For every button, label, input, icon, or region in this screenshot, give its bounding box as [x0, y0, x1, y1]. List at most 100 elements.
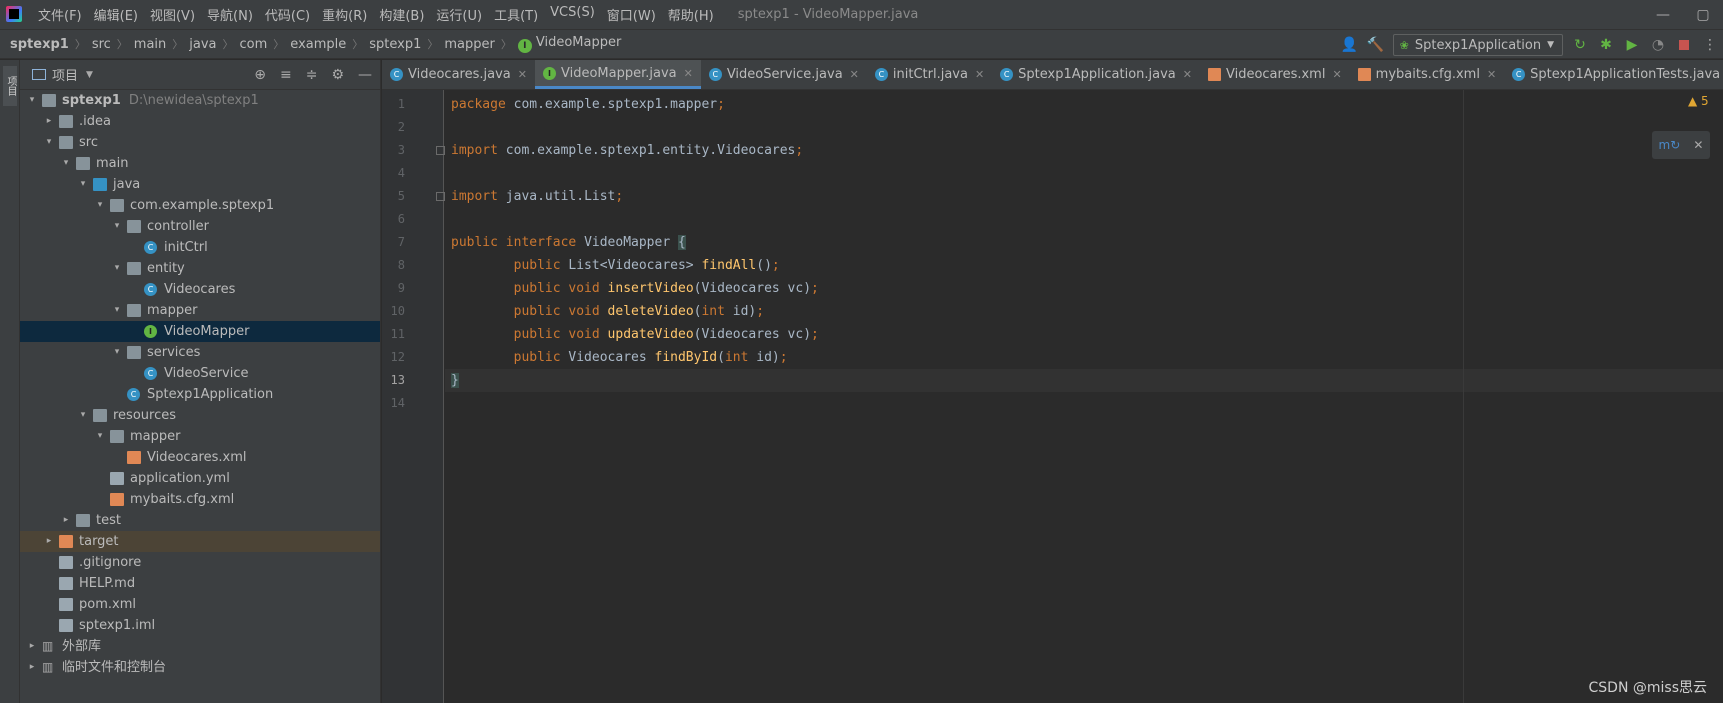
- breadcrumb-item[interactable]: src: [92, 37, 111, 52]
- tree-item[interactable]: ▸ ▥ 临时文件和控制台: [20, 657, 380, 678]
- chevron-down-icon[interactable]: ▾: [111, 300, 123, 321]
- chevron-down-icon[interactable]: ▾: [111, 342, 123, 363]
- chevron-down-icon[interactable]: ▼: [86, 70, 93, 80]
- maven-reload-icon[interactable]: m↻: [1659, 138, 1681, 152]
- minimize-icon[interactable]: —: [1643, 7, 1683, 23]
- breadcrumb-item[interactable]: sptexp1: [10, 37, 69, 52]
- tree-item[interactable]: ▾ resources: [20, 405, 380, 426]
- close-icon[interactable]: ✕: [1332, 68, 1341, 81]
- tree-item[interactable]: CinitCtrl: [20, 237, 380, 258]
- maximize-icon[interactable]: ▢: [1683, 7, 1723, 23]
- editor-tab[interactable]: C Sptexp1Application.java ✕: [992, 60, 1200, 89]
- tree-item[interactable]: ▸ target: [20, 531, 380, 552]
- breadcrumb-item[interactable]: example: [290, 37, 346, 52]
- chevron-down-icon[interactable]: ▾: [77, 174, 89, 195]
- chevron-right-icon[interactable]: ▸: [26, 657, 38, 678]
- fold-marker-icon[interactable]: [436, 192, 445, 201]
- menu-item[interactable]: 视图(V): [144, 5, 201, 24]
- inspection-warnings[interactable]: ▲ 5: [1688, 94, 1709, 108]
- chevron-down-icon[interactable]: ▾: [60, 153, 72, 174]
- menu-item[interactable]: 运行(U): [430, 5, 488, 24]
- chevron-down-icon[interactable]: ▾: [43, 132, 55, 153]
- editor-tab[interactable]: I VideoMapper.java ✕: [534, 60, 701, 89]
- tree-item[interactable]: ▾ controller: [20, 216, 380, 237]
- breadcrumb-item[interactable]: java: [189, 37, 216, 52]
- menu-item[interactable]: 窗口(W): [601, 5, 662, 24]
- collapse-all-icon[interactable]: ≑: [306, 67, 318, 83]
- close-icon[interactable]: ✕: [684, 67, 693, 80]
- expand-all-icon[interactable]: ≡: [280, 67, 292, 83]
- stop-icon[interactable]: [1675, 36, 1693, 54]
- menu-item[interactable]: 导航(N): [201, 5, 259, 24]
- tree-item[interactable]: ▾ mapper: [20, 300, 380, 321]
- menu-item[interactable]: 构建(B): [373, 5, 430, 24]
- menu-item[interactable]: 工具(T): [488, 5, 544, 24]
- tree-item[interactable]: ▾ mapper: [20, 426, 380, 447]
- tree-item[interactable]: C Videocares: [20, 279, 380, 300]
- chevron-down-icon[interactable]: ▾: [111, 216, 123, 237]
- tree-item[interactable]: ▾ sptexp1 D:\newidea\sptexp1: [20, 90, 380, 111]
- hide-icon[interactable]: —: [358, 67, 372, 83]
- tree-item[interactable]: application.yml: [20, 468, 380, 489]
- menu-item[interactable]: 代码(C): [259, 5, 316, 24]
- editor-tab[interactable]: CSptexp1ApplicationTests.java✕: [1504, 60, 1723, 89]
- tree-item[interactable]: pom.xml: [20, 594, 380, 615]
- editor-tab[interactable]: C VideoService.java ✕: [701, 60, 867, 89]
- tree-item[interactable]: C VideoService: [20, 363, 380, 384]
- breadcrumb-item[interactable]: com: [240, 37, 268, 52]
- tree-item[interactable]: .gitignore: [20, 552, 380, 573]
- chevron-right-icon[interactable]: ▸: [26, 636, 38, 657]
- locate-icon[interactable]: ⊕: [254, 67, 266, 83]
- close-icon[interactable]: ✕: [850, 68, 859, 81]
- tree-item[interactable]: ▾ java: [20, 174, 380, 195]
- close-icon[interactable]: ✕: [1693, 138, 1703, 152]
- chevron-down-icon[interactable]: ▾: [111, 258, 123, 279]
- menu-item[interactable]: VCS(S): [544, 5, 601, 24]
- tree-item[interactable]: HELP.md: [20, 573, 380, 594]
- tree-item[interactable]: ▾ services: [20, 342, 380, 363]
- tree-item[interactable]: ▸ ▥ 外部库: [20, 636, 380, 657]
- chevron-right-icon[interactable]: ▸: [60, 510, 72, 531]
- tree-item[interactable]: ▾ entity: [20, 258, 380, 279]
- project-tool-button[interactable]: 项目: [3, 66, 17, 106]
- code-editor[interactable]: package com.example.sptexp1.mapper; impor…: [445, 90, 1723, 703]
- chevron-down-icon[interactable]: ▾: [94, 426, 106, 447]
- project-panel-title[interactable]: 项目: [52, 65, 78, 84]
- profile-icon[interactable]: ◔: [1649, 36, 1667, 54]
- tree-item[interactable]: ▸ test: [20, 510, 380, 531]
- tree-item[interactable]: sptexp1.iml: [20, 615, 380, 636]
- menu-item[interactable]: 帮助(H): [662, 5, 720, 24]
- run-configuration-select[interactable]: ❀ Sptexp1Application ▼: [1392, 34, 1563, 56]
- tree-item[interactable]: mybaits.cfg.xml: [20, 489, 380, 510]
- more-icon[interactable]: ⋮: [1701, 36, 1719, 54]
- close-icon[interactable]: ✕: [1183, 68, 1192, 81]
- menu-item[interactable]: 编辑(E): [88, 5, 144, 24]
- rerun-icon[interactable]: ↻: [1571, 36, 1589, 54]
- breadcrumb-item[interactable]: I VideoMapper: [517, 35, 621, 53]
- tree-item[interactable]: ▾ main: [20, 153, 380, 174]
- tree-item[interactable]: Videocares.xml: [20, 447, 380, 468]
- chevron-right-icon[interactable]: ▸: [43, 111, 55, 132]
- breadcrumb-item[interactable]: mapper: [444, 37, 494, 52]
- close-icon[interactable]: ✕: [1487, 68, 1496, 81]
- editor-tab[interactable]: CinitCtrl.java ✕: [867, 60, 992, 89]
- editor-tab[interactable]: mybaits.cfg.xml ✕: [1350, 60, 1505, 89]
- editor-tab[interactable]: Videocares.xml ✕: [1200, 60, 1350, 89]
- fold-marker-icon[interactable]: [436, 146, 445, 155]
- chevron-down-icon[interactable]: ▾: [77, 405, 89, 426]
- tree-item[interactable]: ▸ .idea: [20, 111, 380, 132]
- chevron-right-icon[interactable]: ▸: [43, 531, 55, 552]
- breadcrumb-item[interactable]: sptexp1: [369, 37, 421, 52]
- chevron-down-icon[interactable]: ▾: [94, 195, 106, 216]
- hammer-icon[interactable]: 🔨: [1367, 36, 1385, 54]
- tree-item[interactable]: ▾ com.example.sptexp1: [20, 195, 380, 216]
- user-icon[interactable]: 👤: [1341, 36, 1359, 54]
- editor-tab[interactable]: C Videocares.java ✕: [382, 60, 535, 89]
- close-icon[interactable]: ✕: [975, 68, 984, 81]
- chevron-down-icon[interactable]: ▾: [26, 90, 38, 111]
- breadcrumb-item[interactable]: main: [134, 37, 166, 52]
- debug-icon[interactable]: ✱: [1597, 36, 1615, 54]
- close-icon[interactable]: ✕: [518, 68, 527, 81]
- menu-item[interactable]: 重构(R): [316, 5, 373, 24]
- tree-item[interactable]: ▾ src: [20, 132, 380, 153]
